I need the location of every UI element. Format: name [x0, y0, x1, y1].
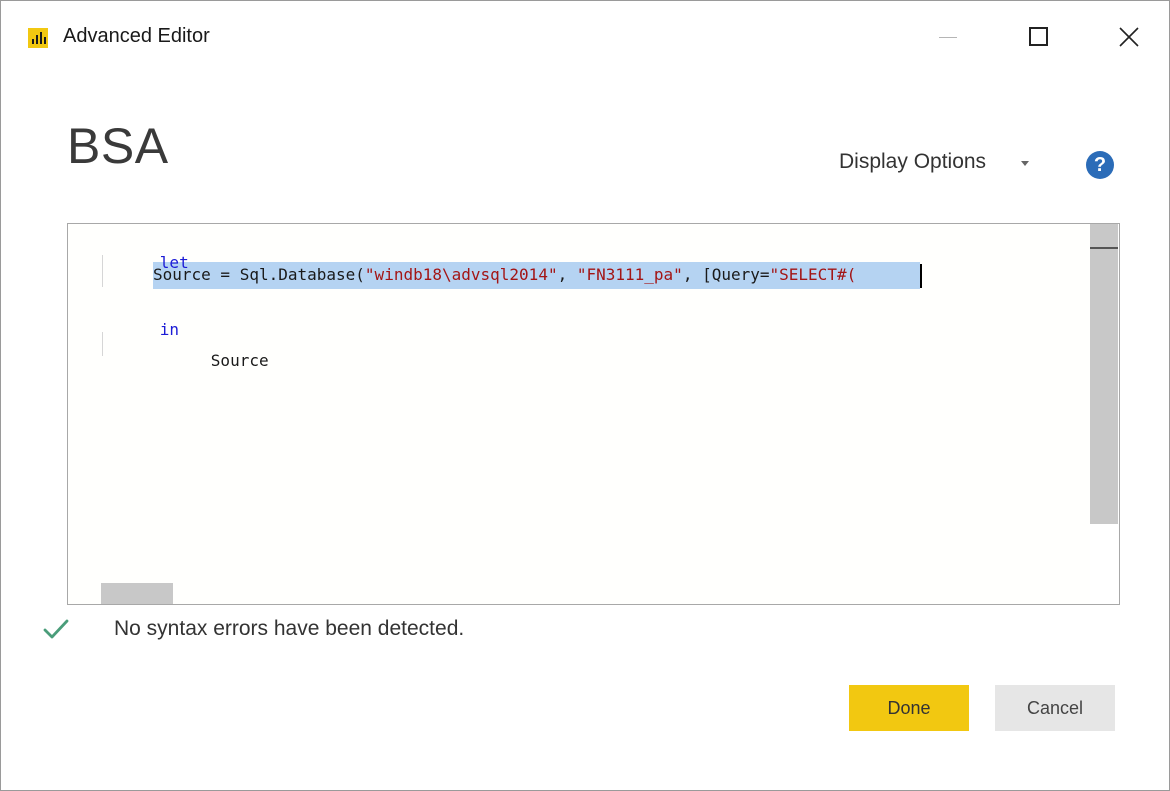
code-line: in	[102, 297, 179, 339]
help-icon[interactable]: ?	[1086, 151, 1114, 179]
code-token: , [	[682, 265, 712, 284]
code-line: let	[102, 230, 189, 272]
code-editor[interactable]: let Source = Sql.Database("windb18\advsq…	[67, 223, 1120, 605]
cancel-button[interactable]: Cancel	[995, 685, 1115, 731]
checkmark-icon	[43, 617, 69, 646]
vertical-scrollbar[interactable]	[1090, 224, 1119, 604]
code-token: Source	[210, 351, 269, 370]
code-token: ,	[557, 265, 577, 284]
power-bi-icon	[28, 28, 48, 48]
title-bar[interactable]: Advanced Editor	[1, 1, 1169, 73]
string-token: "SELECT#(	[769, 265, 857, 284]
window-title: Advanced Editor	[63, 25, 210, 47]
code-line: Source = Sql.Database("windb18\advsql201…	[153, 264, 856, 286]
code-token: Query=	[711, 265, 770, 284]
chevron-down-icon[interactable]	[1021, 161, 1029, 166]
maximize-icon[interactable]	[1015, 15, 1061, 59]
minimize-icon[interactable]	[926, 15, 972, 59]
scroll-position-marker	[1090, 247, 1118, 249]
query-name-heading: BSA	[67, 118, 169, 174]
vertical-scroll-thumb[interactable]	[1090, 224, 1118, 524]
string-token: "FN3111_pa"	[576, 265, 683, 284]
display-options-dropdown[interactable]: Display Options	[839, 150, 986, 174]
string-token: "windb18\advsql2014"	[364, 265, 558, 284]
code-line: Source	[153, 328, 269, 370]
done-button[interactable]: Done	[849, 685, 969, 731]
close-icon[interactable]	[1105, 15, 1151, 59]
advanced-editor-window: Advanced Editor BSA Display Options ? le…	[0, 0, 1170, 791]
horizontal-scroll-thumb[interactable]	[101, 583, 173, 604]
syntax-status-message: No syntax errors have been detected.	[114, 617, 465, 640]
text-caret	[920, 264, 922, 288]
code-token: Source = Sql.Database(	[153, 265, 365, 284]
